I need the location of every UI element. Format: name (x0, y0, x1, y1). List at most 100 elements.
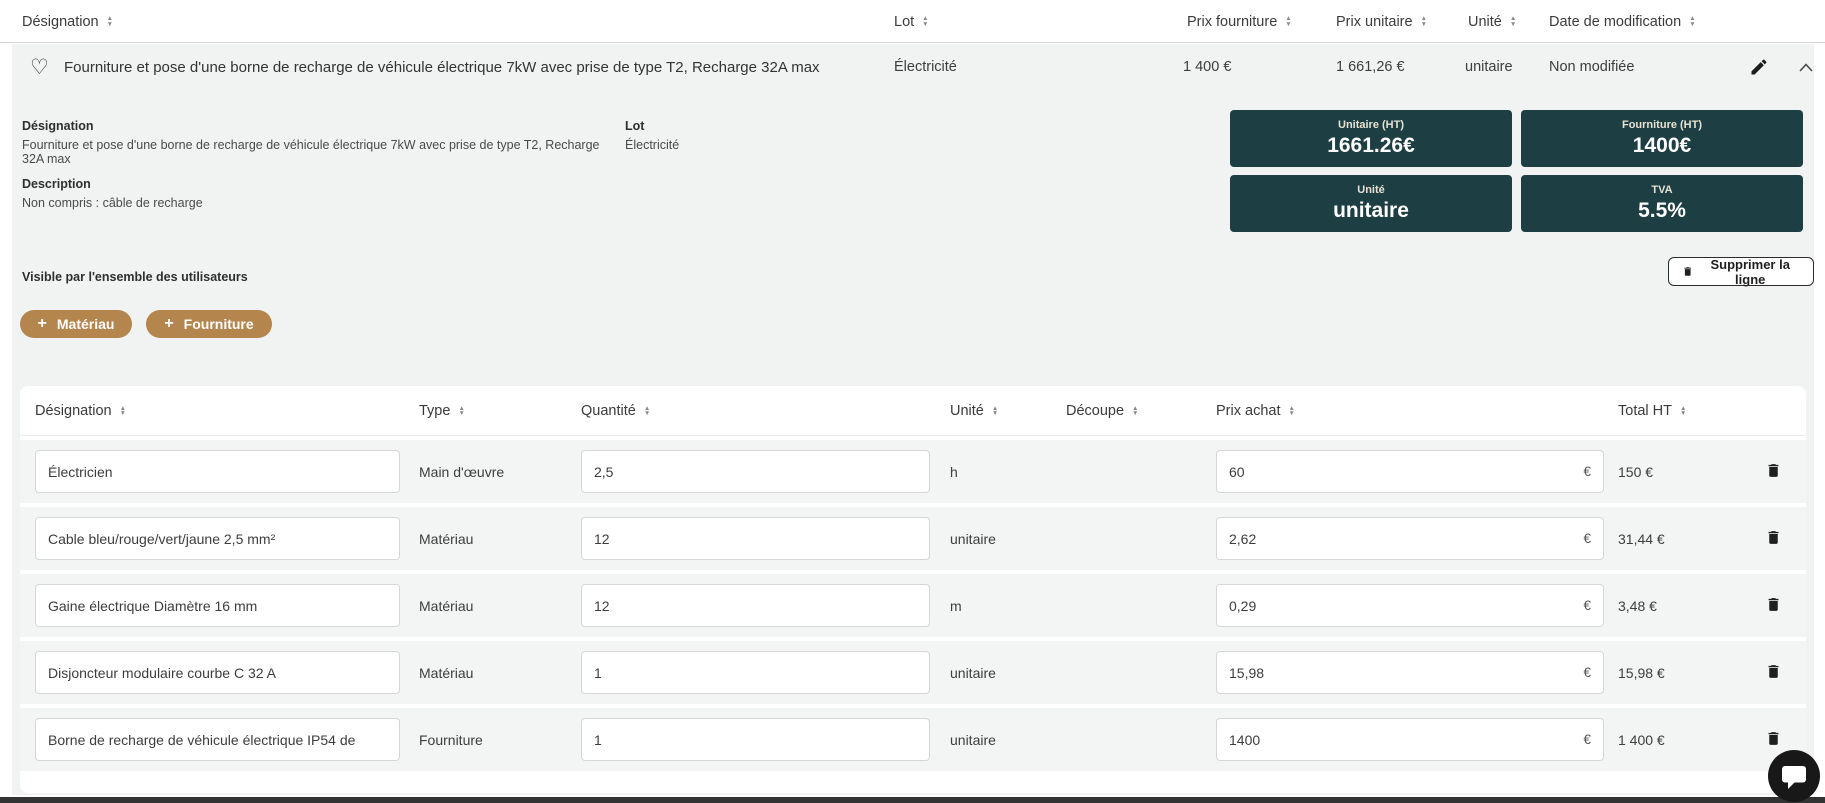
delete-line-button[interactable]: Supprimer la ligne (1668, 257, 1814, 286)
euro-icon: € (1583, 531, 1591, 546)
component-total: 31,44 € (1618, 507, 1665, 570)
component-price-input[interactable] (1229, 531, 1583, 547)
line-designation: Fourniture et pose d'une borne de rechar… (64, 44, 820, 90)
stat-unite: Unité unitaire (1230, 175, 1512, 232)
delete-component-button[interactable] (1765, 729, 1782, 751)
component-quantity-input[interactable] (581, 651, 930, 694)
line-prix-fourniture: 1 400 € (1183, 44, 1231, 90)
collapse-line-button[interactable] (1797, 61, 1815, 74)
component-total: 150 € (1618, 440, 1653, 503)
component-quantity-input[interactable] (581, 517, 930, 560)
column-header-label: Date de modification (1549, 14, 1681, 30)
sort-icon: ▲▼ (120, 406, 126, 417)
price-stats-grid: Unitaire (HT) 1661.26€ Fourniture (HT) 1… (1230, 110, 1803, 232)
column-header-label: Désignation (35, 403, 112, 419)
edit-line-button[interactable] (1747, 55, 1771, 79)
subcolumn-header-prix-achat[interactable]: Prix achat ▲▼ (1216, 386, 1295, 436)
component-price-field: € (1216, 718, 1604, 761)
detail-lot-value: Électricité (625, 138, 679, 152)
component-unite: h (950, 440, 958, 503)
column-header-prix-unitaire[interactable]: Prix unitaire ▲▼ (1336, 0, 1427, 43)
component-designation-input[interactable] (35, 651, 400, 694)
euro-icon: € (1583, 665, 1591, 680)
favorite-button[interactable]: ♡ (30, 44, 49, 90)
component-designation-input[interactable] (35, 517, 400, 560)
delete-component-button[interactable] (1765, 461, 1782, 483)
page: Désignation ▲▼ Lot ▲▼ Prix fourniture ▲▼… (0, 0, 1825, 803)
plus-icon: + (38, 316, 47, 332)
subcolumn-header-total-ht[interactable]: Total HT ▲▼ (1618, 386, 1686, 436)
trash-icon (1765, 662, 1782, 681)
sort-icon: ▲▼ (1132, 406, 1138, 417)
component-unite: unitaire (950, 507, 996, 570)
column-header-designation[interactable]: Désignation ▲▼ (22, 0, 113, 43)
subcolumn-header-designation[interactable]: Désignation ▲▼ (35, 386, 126, 436)
column-header-label: Unité (950, 403, 984, 419)
column-header-label: Désignation (22, 14, 99, 30)
chat-widget-button[interactable] (1768, 750, 1820, 802)
component-total: 15,98 € (1618, 641, 1665, 704)
trash-icon (1765, 729, 1782, 748)
stat-value: 1661.26€ (1327, 134, 1415, 157)
detail-designation-label: Désignation (22, 119, 94, 133)
component-price-input[interactable] (1229, 464, 1583, 480)
stat-value: 1400€ (1633, 134, 1691, 157)
trash-icon (1765, 528, 1782, 547)
component-unite: unitaire (950, 641, 996, 704)
component-quantity-input[interactable] (581, 450, 930, 493)
euro-icon: € (1583, 598, 1591, 613)
component-price-field: € (1216, 517, 1604, 560)
detail-description-label: Description (22, 177, 91, 191)
subcolumn-header-quantite[interactable]: Quantité ▲▼ (581, 386, 650, 436)
line-prix-unitaire: 1 661,26 € (1336, 44, 1405, 90)
component-price-input[interactable] (1229, 732, 1583, 748)
sort-icon: ▲▼ (1421, 16, 1427, 27)
add-fourniture-button[interactable]: + Fourniture (146, 310, 272, 338)
subcolumn-header-decoupe[interactable]: Découpe ▲▼ (1066, 386, 1138, 436)
line-date-modification: Non modifiée (1549, 44, 1634, 90)
quote-line-row[interactable]: ♡ Fourniture et pose d'une borne de rech… (12, 44, 1825, 90)
component-quantity-input[interactable] (581, 584, 930, 627)
components-table-card: Désignation ▲▼ Type ▲▼ Quantité ▲▼ Unité… (20, 386, 1806, 793)
euro-icon: € (1583, 732, 1591, 747)
euro-icon: € (1583, 464, 1591, 479)
component-price-input[interactable] (1229, 598, 1583, 614)
component-designation-input[interactable] (35, 718, 400, 761)
stat-label: Fourniture (HT) (1622, 119, 1702, 131)
component-designation-input[interactable] (35, 450, 400, 493)
column-header-lot[interactable]: Lot ▲▼ (894, 0, 929, 43)
component-price-field: € (1216, 450, 1604, 493)
component-price-field: € (1216, 651, 1604, 694)
component-designation-input[interactable] (35, 584, 400, 627)
stat-fourniture-ht: Fourniture (HT) 1400€ (1521, 110, 1803, 167)
component-type: Main d'œuvre (419, 440, 504, 503)
component-quantity-input[interactable] (581, 718, 930, 761)
add-materiau-label: Matériau (57, 316, 115, 332)
column-header-unite[interactable]: Unité ▲▼ (1468, 0, 1516, 43)
component-row: Matériau m € 3,48 € (20, 574, 1806, 637)
heart-icon: ♡ (30, 57, 49, 78)
detail-designation-value: Fourniture et pose d'une borne de rechar… (22, 138, 622, 166)
column-header-prix-fourniture[interactable]: Prix fourniture ▲▼ (1187, 0, 1292, 43)
column-header-label: Prix achat (1216, 403, 1280, 419)
sort-icon: ▲▼ (458, 406, 464, 417)
stat-label: Unitaire (HT) (1338, 119, 1404, 131)
stat-tva: TVA 5.5% (1521, 175, 1803, 232)
line-lot: Électricité (894, 44, 957, 90)
delete-component-button[interactable] (1765, 662, 1782, 684)
subcolumn-header-type[interactable]: Type ▲▼ (419, 386, 465, 436)
sort-icon: ▲▼ (1689, 16, 1695, 27)
component-type: Matériau (419, 507, 473, 570)
column-header-label: Quantité (581, 403, 636, 419)
column-header-date-modification[interactable]: Date de modification ▲▼ (1549, 0, 1696, 43)
stat-value: 5.5% (1638, 199, 1686, 222)
sort-icon: ▲▼ (107, 16, 113, 27)
delete-component-button[interactable] (1765, 528, 1782, 550)
column-header-label: Découpe (1066, 403, 1124, 419)
subcolumn-header-unite[interactable]: Unité ▲▼ (950, 386, 998, 436)
add-materiau-button[interactable]: + Matériau (20, 310, 132, 338)
delete-component-button[interactable] (1765, 595, 1782, 617)
component-price-input[interactable] (1229, 665, 1583, 681)
component-row: Main d'œuvre h € 150 € (20, 440, 1806, 503)
visibility-note: Visible par l'ensemble des utilisateurs (22, 270, 248, 284)
